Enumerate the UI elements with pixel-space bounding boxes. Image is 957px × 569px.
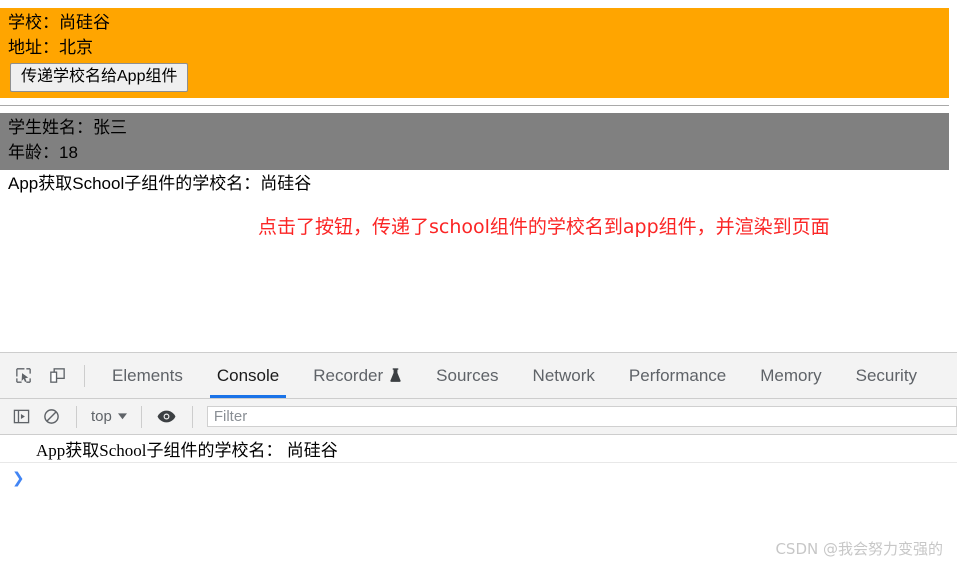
tab-security[interactable]: Security [839,353,934,398]
tab-security-label: Security [855,365,918,385]
console-toolbar: top [0,399,957,435]
csdn-watermark: CSDN @我会努力变强的 [775,540,943,558]
execution-context-selector[interactable]: top [87,408,131,425]
tab-network-label: Network [532,365,595,385]
school-component-panel: 学校：尚硅谷 地址：北京 传递学校名给App组件 [0,8,949,98]
console-input-prompt[interactable]: ❯ [0,463,957,493]
console-toolbar-separator-2 [140,405,142,428]
tab-recorder-label: Recorder [313,365,384,385]
device-toolbar-icon[interactable] [40,359,74,393]
console-message-text: App获取School子组件的学校名： 尚硅谷 [36,441,338,460]
live-expression-eye-icon[interactable] [152,402,182,432]
inspect-element-icon[interactable] [6,359,40,393]
prompt-caret-icon: ❯ [12,469,25,487]
chevron-down-icon [117,413,127,420]
tab-performance-label: Performance [628,365,727,385]
tab-console[interactable]: Console [200,353,296,398]
app-received-school-name: App获取School子组件的学校名：尚硅谷 [8,174,312,193]
student-component-panel: 学生姓名：张三 年龄：18 [0,113,949,170]
devtools-panel: Elements Console Recorder Sources Networ… [0,352,957,569]
tab-console-label: Console [216,365,280,385]
console-toolbar-separator-3 [191,405,193,428]
console-filter-input[interactable] [206,406,957,427]
devtools-tabbar: Elements Console Recorder Sources Networ… [0,353,957,399]
browser-viewport: 学校：尚硅谷 地址：北京 传递学校名给App组件 学生姓名：张三 年龄：18 A… [0,0,957,352]
tab-sources-label: Sources [436,365,499,385]
tab-elements[interactable]: Elements [95,353,200,398]
execution-context-label: top [91,408,112,425]
school-name-line: 学校：尚硅谷 [8,13,110,32]
pass-school-name-button[interactable]: 传递学校名给App组件 [10,63,189,92]
flask-icon [389,368,402,383]
student-name-line: 学生姓名：张三 [8,118,127,137]
console-message-row: App获取School子组件的学校名： 尚硅谷 [0,435,957,463]
tab-elements-label: Elements [112,365,183,385]
tab-sources[interactable]: Sources [419,353,515,398]
console-toolbar-separator-1 [76,405,77,428]
tab-recorder[interactable]: Recorder [296,353,419,398]
tab-performance[interactable]: Performance [612,353,743,398]
tab-network[interactable]: Network [516,353,612,398]
clear-console-icon[interactable] [36,402,66,432]
panel-divider [0,105,949,106]
red-annotation-text: 点击了按钮，传递了school组件的学校名到app组件，并渲染到页面 [258,216,830,238]
console-sidebar-icon[interactable] [6,402,36,432]
school-address-line: 地址：北京 [8,38,93,57]
student-age-line: 年龄：18 [8,143,78,162]
tab-memory[interactable]: Memory [743,353,838,398]
toolbar-separator [84,364,85,387]
tab-memory-label: Memory [760,365,822,385]
